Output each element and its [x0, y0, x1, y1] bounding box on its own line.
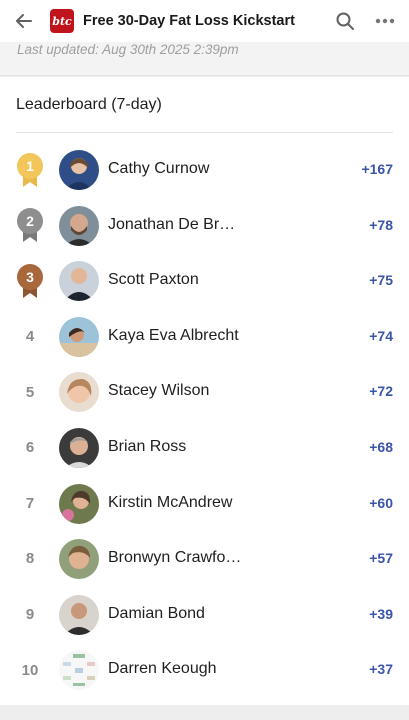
avatar — [59, 150, 99, 190]
avatar — [59, 261, 99, 302]
avatar — [59, 594, 99, 635]
rank-number: 8 — [25, 550, 35, 568]
user-name: Scott Paxton — [108, 271, 199, 289]
svg-text:3: 3 — [26, 269, 34, 285]
user-name: Brian Ross — [108, 437, 187, 455]
avatar — [59, 205, 99, 246]
search-button[interactable] — [332, 8, 358, 34]
user-name: Jonathan De Br… — [108, 215, 236, 233]
app-logo: btc — [50, 9, 74, 33]
leaderboard-list: 1 Cathy Curnow +167 2 Jonathan De Br… +7… — [0, 142, 409, 698]
avatar — [59, 316, 99, 357]
user-name: Bronwyn Crawfo… — [108, 549, 242, 567]
points-value: +78 — [369, 216, 393, 233]
gold-medal-icon: 1 — [17, 152, 43, 187]
avatar — [59, 372, 99, 413]
last-updated-text: Last updated: Aug 30th 2025 2:39pm — [17, 42, 239, 57]
leaderboard-card: Leaderboard (7-day) 1 Cathy Curnow +167 … — [0, 77, 409, 705]
points-value: +37 — [369, 661, 393, 678]
points-value: +57 — [369, 550, 393, 567]
user-name: Damian Bond — [108, 604, 205, 622]
page-title: Free 30-Day Fat Loss Kickstart — [83, 13, 295, 29]
bottom-spacer — [0, 705, 409, 720]
leaderboard-title: Leaderboard (7-day) — [16, 96, 162, 113]
points-value: +74 — [369, 327, 393, 344]
leaderboard-row[interactable]: 9 Damian Bond +39 — [0, 587, 409, 643]
points-value: +60 — [369, 494, 393, 511]
leaderboard-row[interactable]: 1 Cathy Curnow +167 — [0, 142, 409, 198]
leaderboard-row[interactable]: 8 Bronwyn Crawfo… +57 — [0, 531, 409, 587]
leaderboard-row[interactable]: 4 Kaya Eva Albrecht +74 — [0, 309, 409, 365]
leaderboard-row[interactable]: 3 Scott Paxton +75 — [0, 253, 409, 309]
rank-number: 10 — [21, 661, 39, 679]
avatar — [59, 539, 99, 580]
leaderboard-row[interactable]: 10 Darren Keough +37 — [0, 642, 409, 698]
user-name: Kaya Eva Albrecht — [108, 326, 239, 344]
rank-number: 6 — [25, 439, 35, 457]
last-updated-bar: Last updated: Aug 30th 2025 2:39pm — [0, 42, 409, 76]
points-value: +39 — [369, 605, 393, 622]
rank-number: 7 — [25, 494, 35, 512]
rank-badge: 3 — [16, 253, 44, 309]
user-name: Stacey Wilson — [108, 382, 210, 400]
search-icon — [336, 12, 354, 30]
svg-text:1: 1 — [26, 158, 34, 174]
points-value: +72 — [369, 383, 393, 400]
user-name: Cathy Curnow — [108, 160, 210, 177]
arrow-left-icon — [16, 14, 32, 28]
more-options-button[interactable] — [372, 8, 398, 34]
user-name: Darren Keough — [108, 660, 217, 678]
divider — [16, 132, 393, 133]
avatar — [59, 427, 99, 468]
leaderboard-row[interactable]: 2 Jonathan De Br… +78 — [0, 198, 409, 254]
points-value: +75 — [369, 272, 393, 289]
back-button[interactable] — [4, 1, 44, 41]
leaderboard-row[interactable]: 5 Stacey Wilson +72 — [0, 364, 409, 420]
rank-badge: 2 — [16, 198, 44, 254]
silver-medal-icon: 2 — [17, 208, 43, 243]
avatar — [59, 650, 99, 691]
avatar — [59, 483, 99, 524]
rank-number: 9 — [25, 606, 35, 624]
bronze-medal-icon: 3 — [17, 263, 43, 298]
points-value: +68 — [369, 438, 393, 455]
user-name: Kirstin McAndrew — [108, 493, 233, 511]
app-header: btc Free 30-Day Fat Loss Kickstart — [0, 0, 409, 42]
more-horizontal-icon — [375, 18, 395, 24]
leaderboard-row[interactable]: 7 Kirstin McAndrew +60 — [0, 476, 409, 532]
rank-number: 4 — [25, 328, 35, 346]
svg-text:2: 2 — [26, 213, 34, 229]
points-value: +167 — [361, 161, 393, 177]
rank-badge: 1 — [16, 142, 44, 198]
rank-number: 5 — [25, 383, 35, 401]
leaderboard-row[interactable]: 6 Brian Ross +68 — [0, 420, 409, 476]
